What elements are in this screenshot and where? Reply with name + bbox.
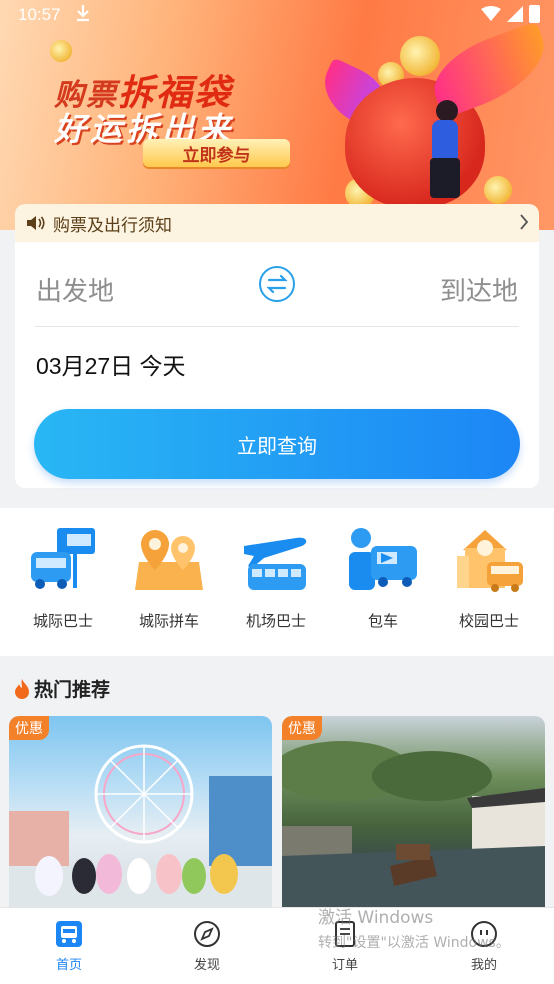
signal-icon [507,6,523,22]
category-intercity-bus[interactable]: 城际巴士 [17,524,109,634]
nav-profile[interactable]: 我的 [444,920,524,973]
fire-icon [15,678,29,699]
coin-decoration [400,36,440,76]
water-town-image [282,741,545,916]
search-card: 出发地 到达地 03月27日 今天 立即查询 [15,242,539,488]
section-header-hot: 热门推荐 [14,675,110,702]
travel-notice-bar[interactable]: 购票及出行须知 [15,204,539,242]
wifi-icon [481,6,501,21]
category-label: 校园巴士 [458,612,519,630]
nav-home[interactable]: 首页 [29,920,109,973]
promo-banner[interactable]: 购票拆福袋 好运拆出来 立即参与 [0,0,554,230]
bottom-nav: 首页 发现 订单 我的 [0,907,554,984]
nav-orders[interactable]: 订单 [305,920,385,973]
campus-bus-icon [457,530,523,592]
date-picker[interactable]: 03月27日 今天 [36,347,186,381]
nav-discover[interactable]: 发现 [167,920,247,973]
category-carpool[interactable]: 城际拼车 [123,524,215,634]
carpool-map-icon [135,530,203,590]
category-row: 城际巴士 城际拼车 机场巴士 包车 校园巴士 [0,508,554,656]
departure-input[interactable]: 出发地 [36,271,114,308]
nav-label: 我的 [470,958,497,973]
category-label: 机场巴士 [245,612,306,630]
section-title: 热门推荐 [34,679,111,701]
nav-label: 订单 [331,958,358,973]
discount-badge: 优惠 [282,716,322,740]
category-airport-bus[interactable]: 机场巴士 [230,524,322,634]
profile-icon [471,921,497,947]
compass-icon [194,921,220,947]
swap-icon [266,274,288,294]
nav-label: 发现 [193,958,220,973]
category-label: 城际拼车 [138,612,199,630]
category-label: 城际巴士 [32,612,93,630]
person-illustration [422,100,470,200]
recommend-card[interactable]: 优惠 [282,716,545,916]
battery-icon [529,5,540,23]
destination-input[interactable]: 到达地 [440,271,518,308]
order-list-icon [335,921,355,947]
discount-badge: 优惠 [9,716,49,740]
coin-decoration [50,40,72,62]
download-icon [76,4,90,27]
recommend-card[interactable]: 优惠 [9,716,272,916]
chevron-right-icon [520,214,529,230]
status-bar: 10:57 [0,0,554,30]
category-charter[interactable]: 包车 [337,524,429,634]
notice-text: 购票及出行须知 [53,215,172,236]
divider [35,326,519,327]
status-time: 10:57 [18,5,61,24]
intercity-bus-icon [31,528,95,589]
join-now-button[interactable]: 立即参与 [143,139,290,167]
category-campus-bus[interactable]: 校园巴士 [443,524,535,634]
category-label: 包车 [367,612,398,630]
theme-park-image [9,744,272,916]
swap-stations-button[interactable] [259,266,295,302]
search-button[interactable]: 立即查询 [34,409,520,479]
charter-icon [349,528,417,590]
home-bus-icon [56,921,82,947]
airport-bus-icon [244,537,307,590]
nav-label: 首页 [55,958,82,973]
speaker-icon [27,216,45,230]
coin-decoration [484,176,512,204]
